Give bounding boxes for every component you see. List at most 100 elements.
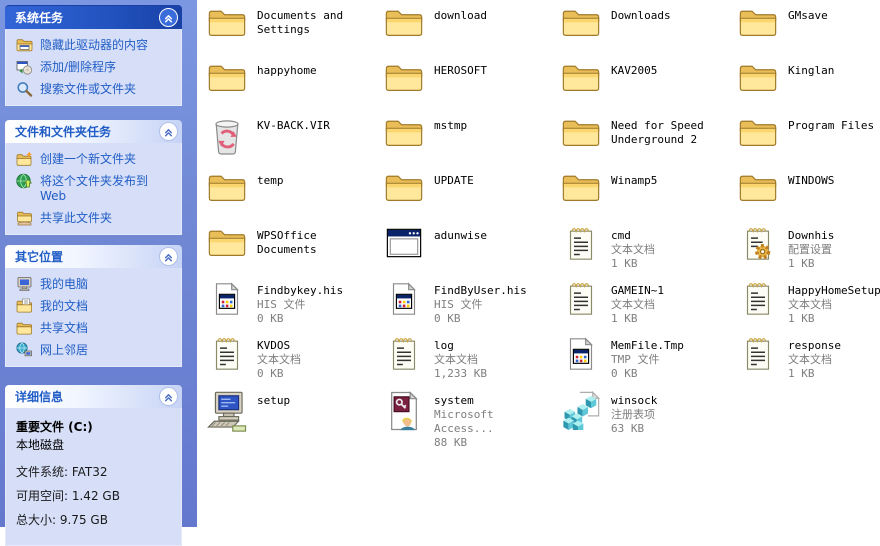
sidebar-item-network-places[interactable]: 网上邻居: [16, 343, 177, 358]
file-item[interactable]: happyhome: [205, 60, 382, 115]
my-documents-icon: [16, 298, 34, 314]
file-meta: happyhome: [257, 60, 382, 78]
my-computer-icon: [16, 276, 34, 292]
drive-detail-row: 总大小: 9.75 GB: [16, 511, 175, 528]
sidebar-item-label: 搜索文件或文件夹: [40, 82, 136, 97]
file-item[interactable]: KAV2005: [559, 60, 736, 115]
file-item[interactable]: WINDOWS: [736, 170, 880, 225]
file-name: system: [434, 394, 559, 408]
file-item[interactable]: Program Files: [736, 115, 880, 170]
folder-icon: [736, 115, 780, 163]
sidebar-item-add-remove-programs[interactable]: 添加/删除程序: [16, 60, 177, 75]
sidebar-item-publish-to-web[interactable]: 将这个文件夹发布到 Web: [16, 174, 177, 204]
file-item[interactable]: GMsave: [736, 5, 880, 60]
file-item[interactable]: KVDOS文本文档0 KB: [205, 335, 382, 390]
file-name: response: [788, 339, 880, 353]
file-meta: setup: [257, 390, 382, 408]
file-item[interactable]: HEROSOFT: [382, 60, 559, 115]
file-meta: HEROSOFT: [434, 60, 559, 78]
file-type: 文本文档: [611, 298, 736, 312]
sidebar-item-my-documents[interactable]: 我的文档: [16, 299, 177, 314]
panel-header-other-places[interactable]: 其它位置: [5, 245, 182, 268]
file-size: 1 KB: [788, 367, 880, 381]
file-item[interactable]: response文本文档1 KB: [736, 335, 880, 390]
file-name: mstmp: [434, 119, 559, 133]
file-item[interactable]: winsock注册表项63 KB: [559, 390, 736, 445]
file-size: 0 KB: [257, 367, 382, 381]
sidebar-item-my-computer[interactable]: 我的电脑: [16, 277, 177, 292]
file-item[interactable]: FindByUser.hisHIS 文件0 KB: [382, 280, 559, 335]
file-size: 1 KB: [788, 312, 880, 326]
panel-title: 系统任务: [15, 9, 63, 26]
file-name: setup: [257, 394, 382, 408]
file-meta: winsock注册表项63 KB: [611, 390, 736, 436]
file-item[interactable]: Findbykey.hisHIS 文件0 KB: [205, 280, 382, 335]
folder-icon: [382, 115, 426, 163]
file-item[interactable]: HappyHomeSetup文本文档1 KB: [736, 280, 880, 335]
file-item[interactable]: Need for Speed Underground 2: [559, 115, 736, 170]
panel-header-system-tasks[interactable]: 系统任务: [5, 5, 182, 29]
drive-type: 本地磁盘: [16, 436, 175, 453]
file-meta: Downloads: [611, 5, 736, 23]
file-name: log: [434, 339, 559, 353]
file-meta: KV-BACK.VIR: [257, 115, 382, 133]
file-meta: log文本文档1,233 KB: [434, 335, 559, 381]
file-name: WPSOffice Documents: [257, 229, 382, 257]
panel-body-file-folder-tasks: 创建一个新文件夹将这个文件夹发布到 Web 共享此文件夹: [5, 143, 182, 235]
file-size: 1 KB: [611, 312, 736, 326]
file-name: happyhome: [257, 64, 382, 78]
file-type: 文本文档: [257, 353, 382, 367]
drive-name: 重要文件 (C:): [16, 418, 175, 435]
file-meta: temp: [257, 170, 382, 188]
file-item[interactable]: setup: [205, 390, 382, 445]
panel-header-details[interactable]: 详细信息: [5, 385, 182, 408]
sidebar-item-hide-drive-contents[interactable]: 隐藏此驱动器的内容: [16, 38, 177, 53]
file-meta: Winamp5: [611, 170, 736, 188]
folder-icon: [382, 170, 426, 218]
file-name: GAMEIN~1: [611, 284, 736, 298]
panel-header-file-folder-tasks[interactable]: 文件和文件夹任务: [5, 120, 182, 143]
file-item[interactable]: Downloads: [559, 5, 736, 60]
file-item[interactable]: WPSOffice Documents: [205, 225, 382, 280]
file-item[interactable]: adunwise: [382, 225, 559, 280]
file-item[interactable]: temp: [205, 170, 382, 225]
sidebar-item-shared-documents[interactable]: 共享文档: [16, 321, 177, 336]
chevron-up-icon[interactable]: [159, 8, 178, 27]
file-item[interactable]: download: [382, 5, 559, 60]
file-item[interactable]: cmd文本文档1 KB: [559, 225, 736, 280]
file-name: temp: [257, 174, 382, 188]
file-name: GMsave: [788, 9, 880, 23]
file-item[interactable]: Winamp5: [559, 170, 736, 225]
file-item[interactable]: UPDATE: [382, 170, 559, 225]
file-meta: response文本文档1 KB: [788, 335, 880, 381]
file-item[interactable]: Downhis配置设置1 KB: [736, 225, 880, 280]
file-type: HIS 文件: [257, 298, 382, 312]
file-item[interactable]: KV-BACK.VIR: [205, 115, 382, 170]
text-doc-icon: [736, 335, 780, 383]
folder-icon: [205, 170, 249, 218]
file-meta: HappyHomeSetup文本文档1 KB: [788, 280, 880, 326]
sidebar-item-new-folder[interactable]: 创建一个新文件夹: [16, 152, 177, 167]
file-item[interactable]: Documents and Settings: [205, 5, 382, 60]
file-type: HIS 文件: [434, 298, 559, 312]
chevron-up-icon[interactable]: [159, 247, 178, 266]
file-item[interactable]: GAMEIN~1文本文档1 KB: [559, 280, 736, 335]
file-item[interactable]: systemMicrosoft Access...88 KB: [382, 390, 559, 445]
panel-body-details: 重要文件 (C:)本地磁盘文件系统: FAT32可用空间: 1.42 GB总大小…: [5, 408, 182, 546]
task-pane: 系统任务隐藏此驱动器的内容添加/删除程序搜索文件或文件夹文件和文件夹任务创建一个…: [0, 0, 197, 527]
folder-icon: [205, 225, 249, 273]
sidebar-item-share-folder[interactable]: 共享此文件夹: [16, 211, 177, 226]
file-name: MemFile.Tmp: [611, 339, 736, 353]
file-name: cmd: [611, 229, 736, 243]
file-item[interactable]: log文本文档1,233 KB: [382, 335, 559, 390]
file-name: Documents and Settings: [257, 9, 382, 37]
file-item[interactable]: MemFile.TmpTMP 文件0 KB: [559, 335, 736, 390]
chevron-up-icon[interactable]: [159, 387, 178, 406]
sidebar-item-search-files[interactable]: 搜索文件或文件夹: [16, 82, 177, 97]
file-meta: GMsave: [788, 5, 880, 23]
file-item[interactable]: Kinglan: [736, 60, 880, 115]
chevron-up-icon[interactable]: [159, 122, 178, 141]
panel-title: 其它位置: [15, 248, 63, 265]
search-icon: [16, 81, 34, 97]
file-item[interactable]: mstmp: [382, 115, 559, 170]
